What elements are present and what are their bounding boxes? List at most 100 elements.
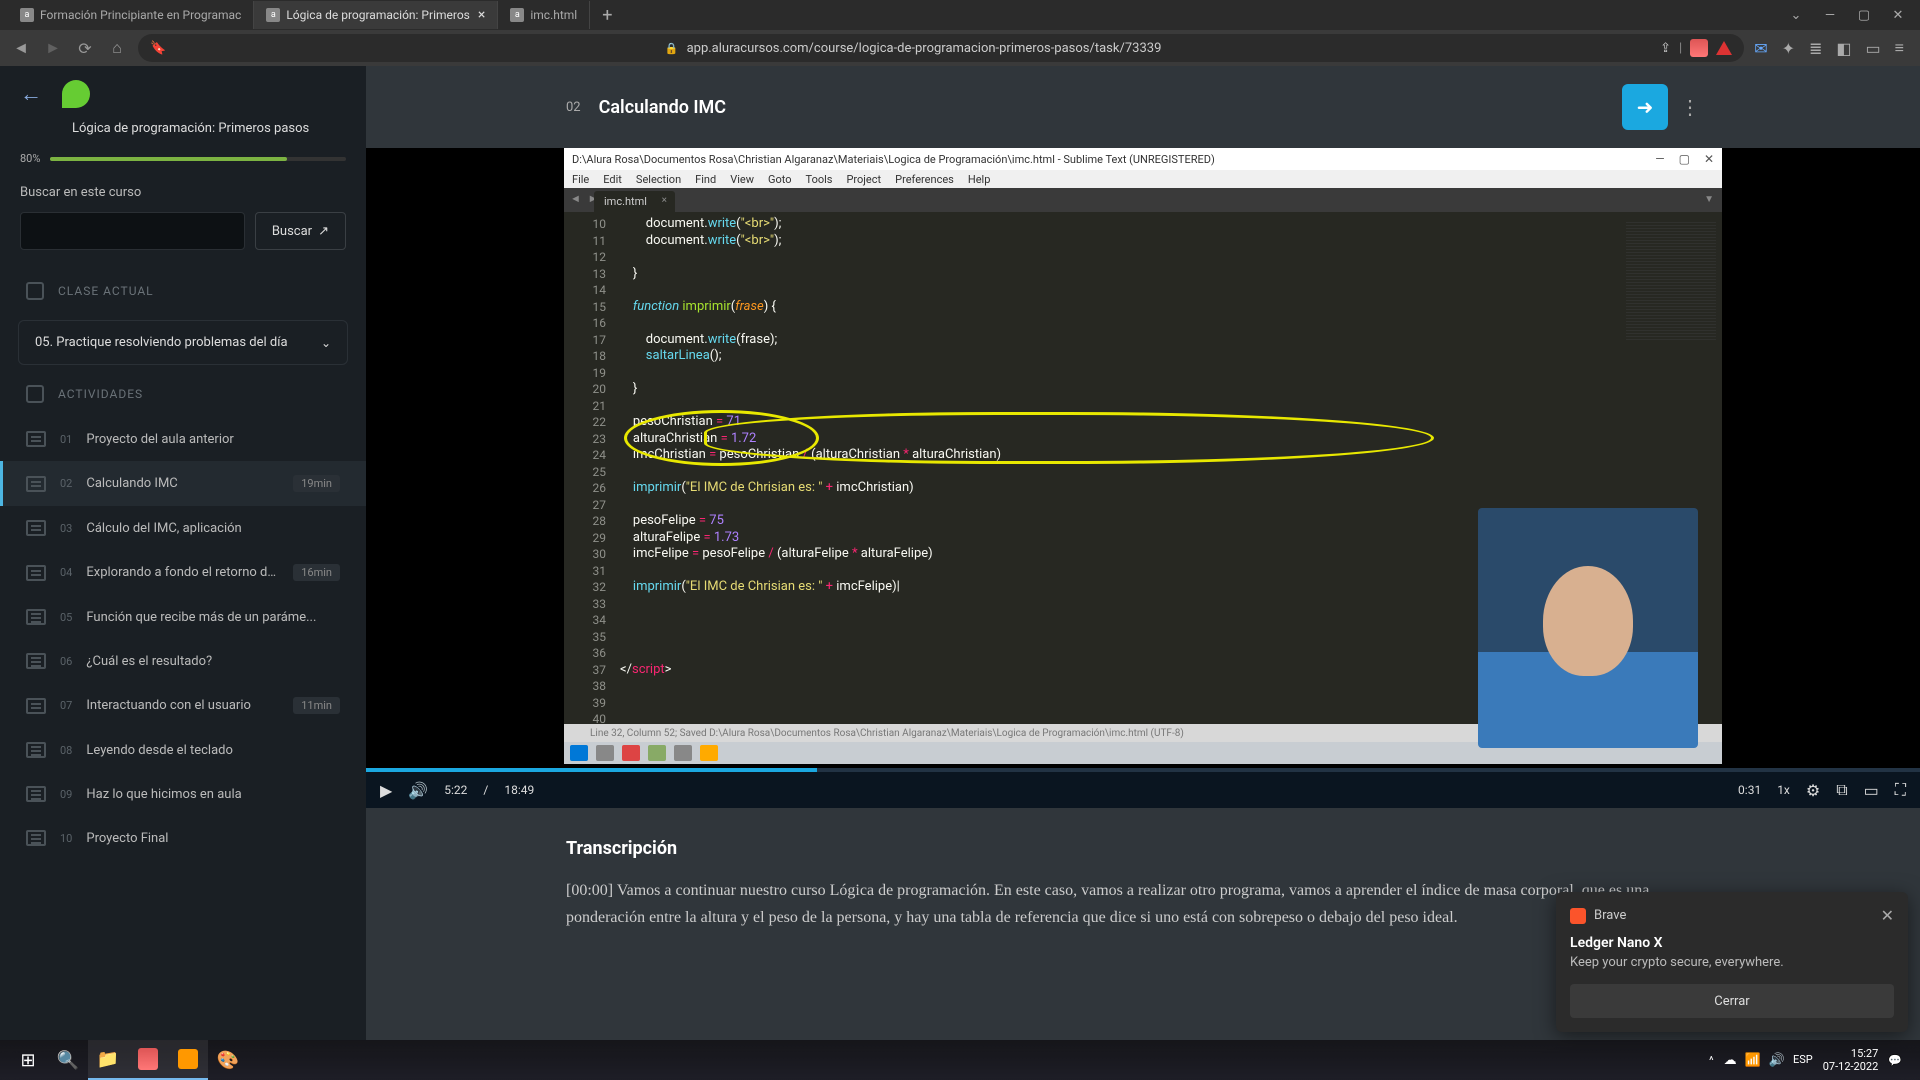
new-tab-button[interactable]: + [590, 5, 624, 26]
favicon: a [20, 8, 34, 22]
current-lesson-dropdown[interactable]: 05. Practique resolviendo problemas del … [18, 320, 348, 365]
activity-item[interactable]: 10Proyecto Final [0, 816, 366, 860]
video-current-time: 5:22 [444, 783, 467, 797]
menu-icon[interactable]: ≡ [1895, 38, 1904, 58]
activity-item[interactable]: 06¿Cuál es el resultado? [0, 639, 366, 683]
url-text: app.aluracursos.com/course/logica-de-pro… [687, 41, 1162, 56]
sidebar-back-button[interactable]: ← [20, 80, 48, 108]
browser-tab[interactable]: aLógica de programación: Primeros× [254, 1, 498, 29]
code-line: 20 } [564, 381, 1722, 398]
activity-item[interactable]: 02Calculando IMC19min [0, 461, 366, 506]
brave-rewards-icon[interactable] [1716, 41, 1732, 55]
lesson-header: 02 Calculando IMC ➜ ⋮ [366, 66, 1920, 148]
reading-list-icon[interactable]: ≣ [1809, 39, 1822, 58]
editor-max-icon: ▢ [1679, 152, 1690, 166]
activity-title: Calculando IMC [86, 476, 279, 491]
playback-speed[interactable]: 1x [1777, 783, 1790, 797]
settings-icon[interactable]: ⚙ [1806, 781, 1820, 800]
bookmark-section-icon [26, 282, 44, 300]
activity-item[interactable]: 08Leyendo desde el teclado [0, 728, 366, 772]
inner-app-icon-2 [648, 745, 666, 761]
notification-app: Brave [1594, 908, 1626, 923]
sound-tray-icon[interactable]: 🔊 [1769, 1053, 1785, 1068]
maximize-button[interactable]: ▢ [1856, 8, 1872, 23]
dropdown-icon[interactable]: ⌄ [1788, 8, 1804, 23]
close-tab-icon[interactable]: × [478, 7, 485, 23]
video-progress-bar[interactable] [366, 768, 1920, 772]
activity-item[interactable]: 09Haz lo que hicimos en aula [0, 772, 366, 816]
next-lesson-button[interactable]: ➜ [1622, 84, 1668, 130]
wallet-icon[interactable]: ▭ [1866, 39, 1881, 58]
volume-button[interactable]: 🔊 [408, 781, 428, 800]
activity-item[interactable]: 04Explorando a fondo el retorno de...16m… [0, 550, 366, 595]
tray-chevron-icon[interactable]: ^ [1709, 1054, 1714, 1067]
notifications-tray-icon[interactable]: 💬 [1888, 1054, 1902, 1067]
bookmark-icon[interactable]: 🔖 [150, 41, 166, 56]
browser-tab[interactable]: aimc.html [498, 1, 590, 29]
progress-percent: 80% [20, 152, 40, 165]
activity-item[interactable]: 03Cálculo del IMC, aplicación [0, 506, 366, 550]
back-button[interactable]: ◄ [10, 38, 32, 58]
fullscreen-icon[interactable]: ⛶ [1895, 780, 1906, 800]
reload-button[interactable]: ⟳ [74, 39, 96, 58]
editor-menu-item: Project [846, 173, 881, 186]
activity-type-icon [26, 565, 46, 581]
inner-app-icon-3 [674, 745, 692, 761]
paint-taskbar-icon[interactable]: 🎨 [208, 1040, 248, 1080]
brave-notification: Brave ✕ Ledger Nano X Keep your crypto s… [1556, 892, 1908, 1032]
home-button[interactable]: ⌂ [106, 38, 128, 58]
wifi-icon[interactable]: 📶 [1745, 1053, 1761, 1068]
activity-item[interactable]: 01Proyecto del aula anterior [0, 417, 366, 461]
instructor-camera [1478, 508, 1698, 748]
notification-dismiss-button[interactable]: Cerrar [1570, 984, 1894, 1018]
address-bar[interactable]: 🔖 🔒 app.aluracursos.com/course/logica-de… [138, 34, 1744, 62]
inner-app-icon-4 [700, 745, 718, 761]
activity-item[interactable]: 07Interactuando con el usuario11min [0, 683, 366, 728]
course-logo [62, 80, 90, 108]
code-line: 17 document.write(frase); [564, 332, 1722, 349]
course-title: Lógica de programación: Primeros pasos [0, 116, 366, 138]
activity-duration: 16min [293, 564, 340, 581]
search-taskbar-button[interactable]: 🔍 [48, 1040, 88, 1080]
activity-type-icon [26, 520, 46, 536]
notification-close-button[interactable]: ✕ [1881, 906, 1894, 925]
lesson-more-button[interactable]: ⋮ [1680, 95, 1700, 119]
activity-number: 02 [60, 477, 72, 490]
transcript-heading: Transcripción [566, 838, 1700, 859]
language-icon[interactable]: ESP [1793, 1053, 1813, 1068]
code-line: 13 } [564, 266, 1722, 283]
activities-section-icon [26, 385, 44, 403]
onedrive-icon[interactable]: ☁ [1724, 1053, 1737, 1068]
search-input[interactable] [20, 212, 245, 250]
browser-tab-strip: aFormación Principiante en ProgramacaLóg… [0, 0, 1920, 30]
activity-number: 01 [60, 433, 72, 446]
close-window-button[interactable]: ✕ [1890, 8, 1906, 23]
code-line: 23 alturaChristian = 1.72 [564, 431, 1722, 448]
share-icon[interactable]: ⇪ [1660, 41, 1671, 56]
file-explorer-icon[interactable]: 📁 [88, 1040, 128, 1080]
brave-shield-icon[interactable] [1690, 39, 1708, 57]
search-button[interactable]: Buscar ↗ [255, 212, 346, 250]
section-current-class: CLASE ACTUAL [0, 268, 366, 314]
activity-title: Interactuando con el usuario [86, 698, 279, 713]
activity-title: Proyecto Final [86, 831, 340, 846]
start-button[interactable]: ⊞ [8, 1040, 48, 1080]
activity-type-icon [26, 609, 46, 625]
video-player[interactable]: D:\Alura Rosa\Documentos Rosa\Christian … [366, 148, 1920, 808]
activity-item[interactable]: 05Función que recibe más de un paráme... [0, 595, 366, 639]
theater-icon[interactable]: ▭ [1864, 781, 1879, 800]
browser-tab[interactable]: aFormación Principiante en Programac [8, 1, 254, 29]
extensions-icon[interactable]: ✦ [1782, 39, 1795, 58]
favicon: a [266, 8, 280, 22]
forward-button[interactable]: ► [42, 38, 64, 58]
mail-icon[interactable]: ✉ [1754, 39, 1767, 58]
taskbar-clock[interactable]: 15:27 07-12-2022 [1823, 1047, 1879, 1073]
editor-menu-item: Goto [768, 173, 792, 186]
minimize-button[interactable]: — [1822, 8, 1838, 23]
sidebar-toggle-icon[interactable]: ◧ [1836, 39, 1851, 58]
play-button[interactable]: ▶ [380, 781, 392, 800]
brave-taskbar-icon[interactable] [128, 1040, 168, 1080]
inner-windows-icon [570, 745, 588, 761]
pip-icon[interactable]: ⧉ [1836, 780, 1847, 800]
sublime-taskbar-icon[interactable] [168, 1040, 208, 1080]
